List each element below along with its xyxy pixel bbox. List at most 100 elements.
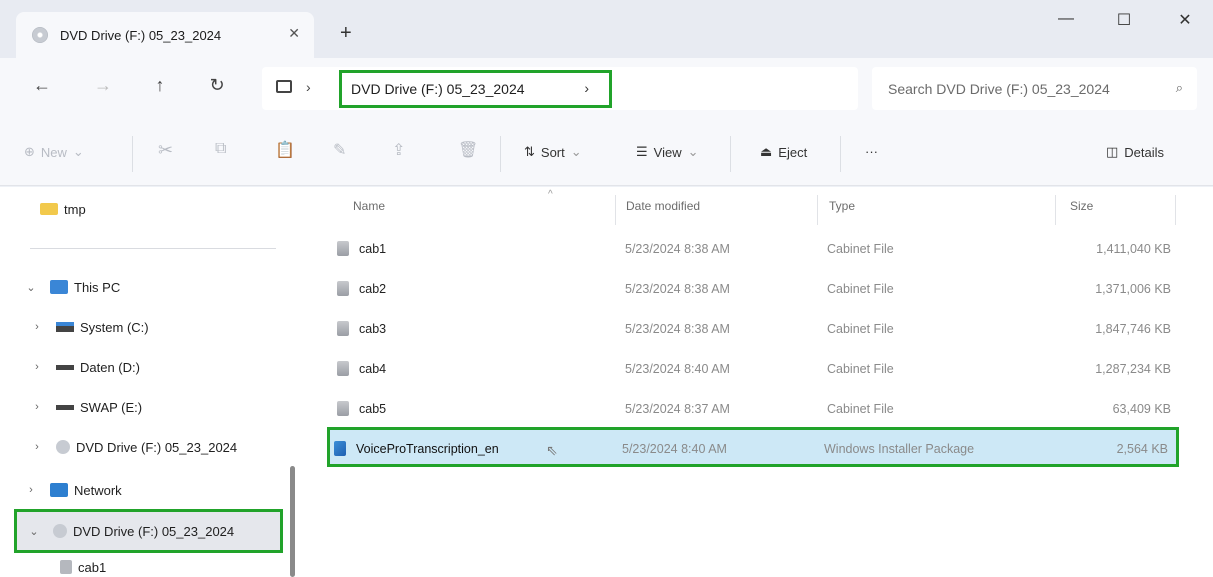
file-date: 5/23/2024 8:40 AM <box>625 362 730 376</box>
folder-icon <box>40 203 58 215</box>
back-button[interactable]: ← <box>27 75 57 96</box>
sort-button[interactable]: ⇅ Sort ⌄ <box>524 144 582 160</box>
maximize-button[interactable]: ☐ <box>1104 10 1144 30</box>
installer-package-icon <box>334 441 346 456</box>
file-date: 5/23/2024 8:38 AM <box>625 322 730 336</box>
file-type: Cabinet File <box>827 242 894 256</box>
file-row-selected[interactable]: VoiceProTranscription_en 5/23/2024 8:40 … <box>327 427 1179 467</box>
expand-chevron-icon[interactable]: › <box>30 401 44 413</box>
breadcrumb-separator: › <box>306 79 311 95</box>
column-header-type[interactable]: Type <box>829 199 855 213</box>
expand-chevron-icon[interactable]: › <box>30 361 44 373</box>
sidebar-item-label: tmp <box>64 201 86 217</box>
column-divider <box>1055 195 1056 225</box>
search-input[interactable]: Search DVD Drive (F:) 05_23_2024 ⌕ <box>872 67 1197 110</box>
refresh-button[interactable]: ↻ <box>202 75 232 96</box>
sidebar-item-network[interactable]: › Network <box>24 470 122 510</box>
file-row[interactable]: cab2 5/23/2024 8:38 AM Cabinet File 1,37… <box>333 270 1179 310</box>
new-button[interactable]: ⊕ New ⌄ <box>24 144 84 160</box>
sidebar-item-dvd-drive-f[interactable]: › DVD Drive (F:) 05_23_2024 <box>30 427 237 467</box>
paste-icon[interactable]: 📋 <box>275 140 295 160</box>
sidebar-item-label: DVD Drive (F:) 05_23_2024 <box>76 439 238 455</box>
drive-icon <box>56 364 74 370</box>
copy-icon[interactable]: ⧉ <box>215 140 226 158</box>
sidebar-item-label: This PC <box>74 279 121 295</box>
sidebar-item-tmp[interactable]: tmp <box>40 189 86 229</box>
tab-dvd-drive[interactable]: DVD Drive (F:) 05_23_2024 ✕ <box>16 12 314 58</box>
sidebar-item-label: SWAP (E:) <box>80 399 143 415</box>
close-window-button[interactable]: ✕ <box>1165 10 1205 30</box>
forward-button[interactable]: → <box>88 75 118 96</box>
file-name: cab4 <box>359 362 387 376</box>
file-type: Cabinet File <box>827 322 894 336</box>
computer-icon <box>50 280 68 294</box>
delete-icon[interactable]: 🗑 <box>458 140 478 160</box>
cabinet-file-icon <box>337 401 349 416</box>
cabinet-file-icon <box>337 321 349 336</box>
expand-chevron-icon[interactable]: ⌄ <box>27 525 41 538</box>
sidebar-item-this-pc[interactable]: ⌄ This PC <box>24 267 120 307</box>
column-header-date[interactable]: Date modified <box>626 199 700 213</box>
search-icon[interactable]: ⌕ <box>1176 80 1183 96</box>
file-date: 5/23/2024 8:40 AM <box>622 442 727 456</box>
sort-indicator-icon: ^ <box>548 189 553 200</box>
dvd-drive-icon <box>32 27 48 43</box>
file-row[interactable]: cab3 5/23/2024 8:38 AM Cabinet File 1,84… <box>333 310 1179 350</box>
minimize-button[interactable]: — <box>1046 10 1086 28</box>
dvd-drive-icon <box>53 524 67 538</box>
new-tab-button[interactable]: + <box>340 22 352 45</box>
mouse-cursor-icon: ⇖ <box>546 442 558 458</box>
more-options-button[interactable]: ··· <box>865 144 878 159</box>
tab-close-icon[interactable]: ✕ <box>288 25 300 42</box>
file-list: ^ Name Date modified Type Size cab1 5/23… <box>305 187 1213 577</box>
breadcrumb-chevron-icon[interactable]: › <box>584 80 589 96</box>
rename-icon[interactable]: ✎ <box>333 140 346 160</box>
file-size: 1,287,234 KB <box>1095 362 1171 376</box>
file-row[interactable]: cab1 5/23/2024 8:38 AM Cabinet File 1,41… <box>333 230 1179 270</box>
column-header-size[interactable]: Size <box>1070 199 1093 213</box>
view-button[interactable]: ☰ View ⌄ <box>636 144 699 160</box>
file-type: Windows Installer Package <box>824 442 975 456</box>
eject-button[interactable]: ⏏ Eject <box>760 144 807 160</box>
column-divider <box>817 195 818 225</box>
sidebar-item-swap-e[interactable]: › SWAP (E:) <box>30 387 142 427</box>
sidebar-item-system-c[interactable]: › System (C:) <box>30 307 148 347</box>
search-placeholder: Search DVD Drive (F:) 05_23_2024 <box>888 80 1110 97</box>
toolbar-divider <box>132 136 133 172</box>
file-date: 5/23/2024 8:38 AM <box>625 242 730 256</box>
file-name: cab1 <box>359 242 387 256</box>
column-divider <box>1175 195 1176 225</box>
nav-scrollbar[interactable] <box>290 466 295 577</box>
toolbar-divider <box>500 136 501 172</box>
details-pane-icon: ◫ <box>1106 144 1119 159</box>
eject-icon: ⏏ <box>760 144 773 159</box>
command-bar: ⊕ New ⌄ ✂ ⧉ 📋 ✎ ⇪ 🗑 ⇅ Sort ⌄ ☰ View ⌄ ⏏ … <box>0 120 1213 186</box>
sidebar-item-dvd-drive-selected[interactable]: ⌄ DVD Drive (F:) 05_23_2024 <box>14 509 283 553</box>
column-divider <box>615 195 616 225</box>
file-row[interactable]: cab4 5/23/2024 8:40 AM Cabinet File 1,28… <box>333 350 1179 390</box>
file-date: 5/23/2024 8:38 AM <box>625 282 730 296</box>
file-size: 63,409 KB <box>1112 402 1171 416</box>
file-row[interactable]: cab5 5/23/2024 8:37 AM Cabinet File 63,4… <box>333 390 1179 430</box>
drive-icon <box>56 322 74 332</box>
expand-chevron-icon[interactable]: › <box>30 441 44 453</box>
expand-chevron-icon[interactable]: › <box>30 321 44 333</box>
file-date: 5/23/2024 8:37 AM <box>625 402 730 416</box>
file-size: 1,847,746 KB <box>1095 322 1171 336</box>
cut-icon[interactable]: ✂ <box>158 140 173 161</box>
sidebar-item-daten-d[interactable]: › Daten (D:) <box>30 347 140 387</box>
details-button[interactable]: ◫ Details <box>1106 144 1164 160</box>
column-header-name[interactable]: Name <box>353 199 385 213</box>
expand-chevron-icon[interactable]: ⌄ <box>24 281 38 294</box>
expand-chevron-icon[interactable]: › <box>24 484 38 496</box>
up-button[interactable]: ↑ <box>145 75 175 96</box>
view-icon: ☰ <box>636 144 648 159</box>
eject-label: Eject <box>778 144 808 160</box>
drive-icon <box>56 404 74 410</box>
new-label: New <box>40 144 67 160</box>
file-name: cab5 <box>359 402 387 416</box>
file-size: 2,564 KB <box>1116 442 1168 456</box>
file-name: VoiceProTranscription_en <box>356 442 499 456</box>
breadcrumb-dvd-drive[interactable]: DVD Drive (F:) 05_23_2024 › <box>339 70 612 108</box>
share-icon[interactable]: ⇪ <box>392 140 405 160</box>
